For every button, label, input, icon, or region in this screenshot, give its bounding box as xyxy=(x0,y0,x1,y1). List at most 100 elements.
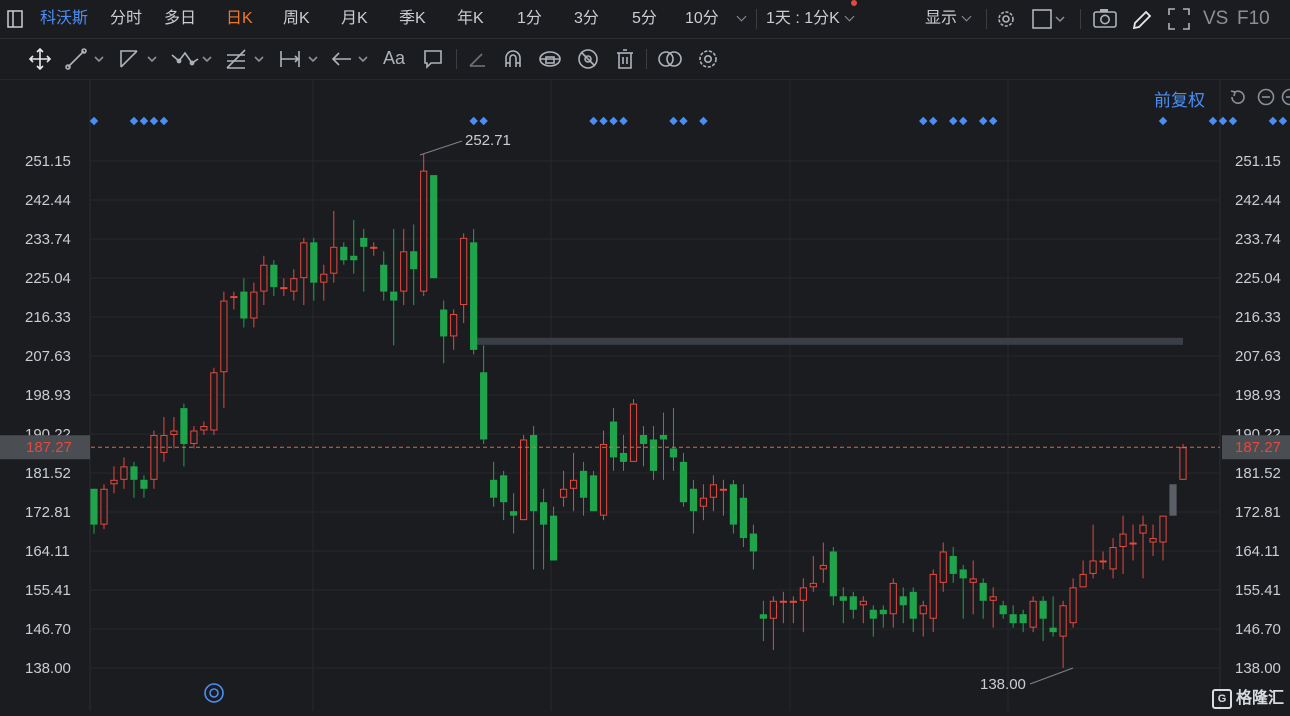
candle-body[interactable] xyxy=(1020,614,1027,623)
text-tool-icon[interactable]: Aa xyxy=(383,48,405,69)
candle-body[interactable] xyxy=(521,440,527,520)
candle-body[interactable] xyxy=(240,292,247,319)
event-marker[interactable] xyxy=(1269,117,1277,125)
wave-tool-icon[interactable] xyxy=(170,47,214,71)
candle-body[interactable] xyxy=(810,583,816,586)
tab-3min[interactable]: 3分 xyxy=(574,0,599,38)
f10-button[interactable]: F10 xyxy=(1237,0,1270,38)
candle-body[interactable] xyxy=(451,315,457,336)
zoom-in-icon[interactable] xyxy=(1281,88,1290,106)
candle-body[interactable] xyxy=(360,238,367,247)
tab-1min[interactable]: 1分 xyxy=(517,0,542,38)
move-crosshair-icon[interactable] xyxy=(28,47,52,71)
stock-name[interactable]: 科沃斯 xyxy=(40,0,88,38)
candle-body[interactable] xyxy=(970,579,976,582)
candle-body[interactable] xyxy=(490,480,497,498)
candle-body[interactable] xyxy=(111,480,117,483)
candle-body[interactable] xyxy=(340,247,347,260)
trash-icon[interactable] xyxy=(614,47,636,71)
candle-body[interactable] xyxy=(1140,525,1146,533)
range-tool-icon[interactable] xyxy=(278,47,320,71)
candle-body[interactable] xyxy=(270,265,277,287)
candle-body[interactable] xyxy=(570,480,576,488)
candle-body[interactable] xyxy=(790,601,796,602)
candle-body[interactable] xyxy=(401,252,407,291)
candle-body[interactable] xyxy=(950,556,957,574)
pencil-icon[interactable] xyxy=(1130,0,1152,38)
settings-gear-icon[interactable] xyxy=(995,0,1017,38)
resistance-zone-box[interactable] xyxy=(475,338,1183,345)
candle-body[interactable] xyxy=(830,551,837,596)
vs-button[interactable]: VS xyxy=(1203,0,1228,38)
candlestick-chart[interactable]: 251.15242.44233.74225.04216.33207.63198.… xyxy=(0,80,1290,711)
candle-body[interactable] xyxy=(800,588,806,600)
candle-body[interactable] xyxy=(301,243,307,278)
candle-body[interactable] xyxy=(690,489,697,511)
candle-body[interactable] xyxy=(710,485,716,497)
candle-body[interactable] xyxy=(480,372,487,439)
tab-5min[interactable]: 5分 xyxy=(632,0,657,38)
arrow-tool-icon[interactable] xyxy=(330,47,372,71)
tab-monthly-k[interactable]: 月K xyxy=(341,0,368,38)
candle-body[interactable] xyxy=(860,601,866,604)
candle-body[interactable] xyxy=(90,489,97,525)
candle-body[interactable] xyxy=(780,601,786,602)
candle-body[interactable] xyxy=(940,552,946,582)
display-menu[interactable]: 显示 xyxy=(925,0,970,38)
tab-multi-day[interactable]: 多日 xyxy=(164,0,196,38)
candle-body[interactable] xyxy=(101,489,107,524)
candle-body[interactable] xyxy=(130,466,137,479)
candle-body[interactable] xyxy=(151,435,157,479)
candle-body[interactable] xyxy=(650,439,657,470)
candle-body[interactable] xyxy=(670,448,677,457)
candle-body[interactable] xyxy=(1070,588,1076,623)
candle-body[interactable] xyxy=(430,175,437,278)
period-select[interactable]: 1天 : 1分K xyxy=(766,0,853,38)
candle-body[interactable] xyxy=(180,408,187,444)
candle-body[interactable] xyxy=(560,489,566,497)
candle-body[interactable] xyxy=(410,251,417,269)
drawing-settings-gear-icon[interactable] xyxy=(696,47,720,71)
candle-body[interactable] xyxy=(960,569,967,578)
candle-body[interactable] xyxy=(1010,614,1017,623)
candle-body[interactable] xyxy=(530,435,537,511)
candle-body[interactable] xyxy=(990,597,996,600)
candle-body[interactable] xyxy=(930,574,936,618)
candle-body[interactable] xyxy=(1050,628,1057,632)
candle-body[interactable] xyxy=(331,247,337,273)
candle-body[interactable] xyxy=(680,462,687,502)
event-marker[interactable] xyxy=(1279,117,1287,125)
candle-body[interactable] xyxy=(1169,484,1176,515)
candle-body[interactable] xyxy=(550,516,557,561)
candle-body[interactable] xyxy=(890,583,896,613)
candle-body[interactable] xyxy=(1150,539,1156,542)
candle-body[interactable] xyxy=(171,431,177,434)
candle-body[interactable] xyxy=(121,467,127,479)
candle-body[interactable] xyxy=(371,247,377,248)
candle-body[interactable] xyxy=(920,606,926,614)
candle-body[interactable] xyxy=(470,242,477,350)
candle-body[interactable] xyxy=(1030,601,1036,627)
candle-body[interactable] xyxy=(660,435,667,439)
candle-body[interactable] xyxy=(820,565,826,568)
tab-10min[interactable]: 10分 xyxy=(685,0,719,38)
candle-body[interactable] xyxy=(350,256,357,260)
eraser-line-icon[interactable] xyxy=(466,47,488,71)
candle-body[interactable] xyxy=(610,422,617,458)
candle-body[interactable] xyxy=(140,480,147,489)
candle-body[interactable] xyxy=(1080,574,1086,586)
candle-body[interactable] xyxy=(590,475,597,511)
zoom-out-icon[interactable] xyxy=(1257,88,1275,106)
hide-drawing-icon[interactable] xyxy=(576,47,600,71)
candle-body[interactable] xyxy=(840,596,847,600)
line-tool-icon[interactable] xyxy=(64,47,106,71)
candle-body[interactable] xyxy=(211,373,217,430)
tab-weekly-k[interactable]: 周K xyxy=(283,0,310,38)
candle-body[interactable] xyxy=(421,171,427,291)
candle-body[interactable] xyxy=(291,279,297,291)
fibonacci-tool-icon[interactable] xyxy=(224,47,266,71)
undo-icon[interactable] xyxy=(1228,88,1246,106)
candle-body[interactable] xyxy=(620,453,627,462)
tab-daily-k[interactable]: 日K xyxy=(226,0,253,38)
chart-canvas[interactable]: 251.15242.44233.74225.04216.33207.63198.… xyxy=(0,80,1290,711)
